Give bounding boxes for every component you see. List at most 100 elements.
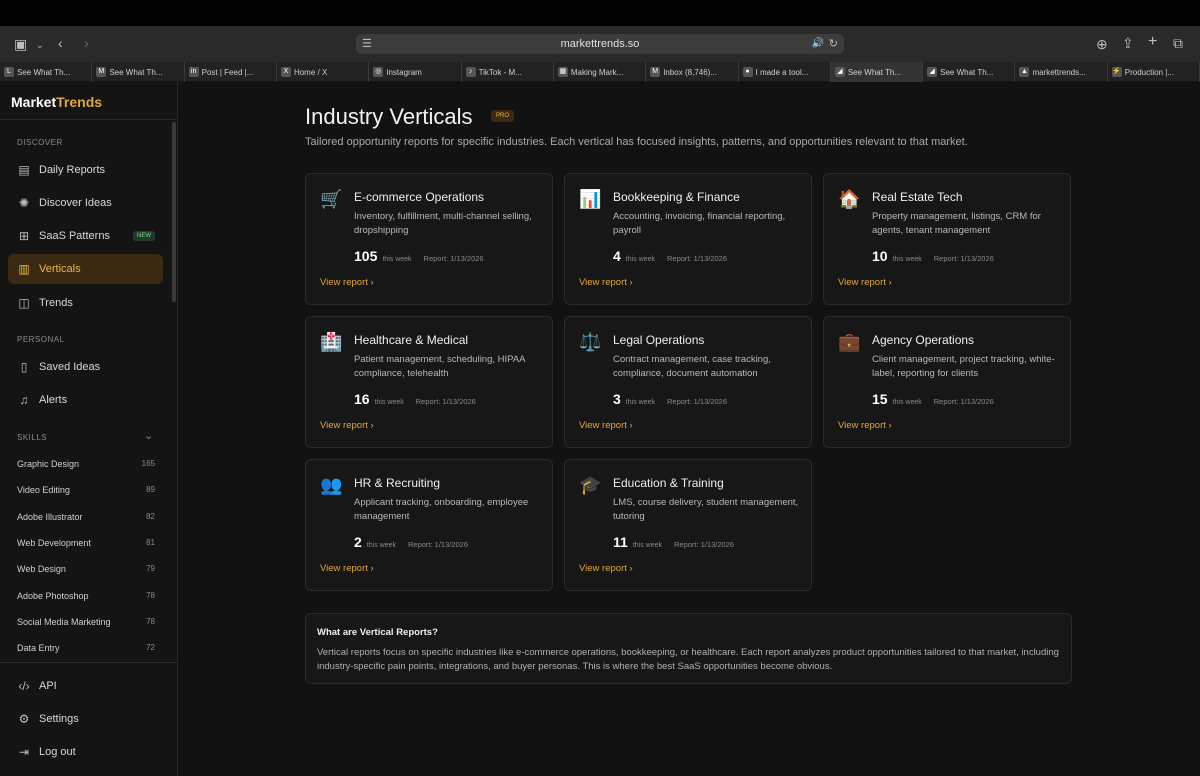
card-stats: 3 this week Report: 1/13/2026 (613, 391, 727, 407)
favicon-icon: ⚡ (1111, 67, 1122, 77)
grid-icon: ⊞ (18, 229, 30, 243)
skill-count: 165 (141, 459, 155, 468)
view-report-link[interactable]: View report › (320, 420, 374, 431)
view-report-label: View report (579, 563, 627, 574)
vertical-card[interactable]: 🎓 Education & Training LMS, course deliv… (564, 459, 812, 591)
card-description: Applicant tracking, onboarding, employee… (354, 497, 529, 522)
section-label-personal: PERSONAL (17, 335, 65, 344)
vertical-card[interactable]: 💼 Agency Operations Client management, p… (823, 316, 1071, 448)
sidebar-item-settings[interactable]: ⚙ Settings (8, 704, 163, 734)
sidebar-item-trends[interactable]: ◫ Trends (8, 288, 163, 318)
browser-tab[interactable]: ◎ Instagram (369, 62, 462, 82)
forward-icon[interactable]: › (84, 36, 89, 50)
skill-name: Graphic Design (17, 459, 80, 469)
chevron-right-icon: › (370, 420, 374, 431)
sidebar-item-label: Saved Ideas (39, 361, 101, 373)
view-report-link[interactable]: View report › (579, 277, 633, 288)
sidebar-item-daily-reports[interactable]: ▤ Daily Reports (8, 155, 163, 185)
view-report-link[interactable]: View report › (579, 420, 633, 431)
share-icon[interactable]: ⇪ (1122, 36, 1134, 50)
view-report-link[interactable]: View report › (838, 420, 892, 431)
skill-item[interactable]: Graphic Design 165 (17, 459, 155, 469)
vertical-card[interactable]: 🏠 Real Estate Tech Property management, … (823, 173, 1071, 305)
new-tab-icon[interactable]: + (1148, 34, 1157, 50)
card-title: Bookkeeping & Finance (613, 190, 740, 204)
skill-count: 72 (146, 643, 155, 652)
sidebar-item-api[interactable]: ‹/› API (8, 671, 163, 701)
page-title: Industry Verticals (305, 104, 473, 129)
browser-tab[interactable]: ▦ Making Mark... (554, 62, 647, 82)
browser-tab[interactable]: ⚡ Production |... (1108, 62, 1200, 82)
browser-tab[interactable]: L See What Th... (0, 62, 93, 82)
browser-tab[interactable]: ▲ markettrends... (1015, 62, 1108, 82)
download-icon[interactable]: ⊕ (1096, 37, 1108, 51)
browser-tab[interactable]: in Post | Feed |... (185, 62, 277, 82)
skill-item[interactable]: Adobe Illustrator 82 (17, 512, 155, 522)
opportunity-count: 2 (354, 534, 362, 550)
chevron-right-icon: › (370, 277, 374, 288)
skill-item[interactable]: Video Editing 89 (17, 485, 155, 495)
card-description: LMS, course delivery, student management… (613, 497, 799, 522)
logo[interactable]: MarketTrends (11, 94, 102, 110)
browser-tab[interactable]: ◢ See What Th... (923, 62, 1016, 82)
browser-tab[interactable]: X Home / X (277, 62, 370, 82)
favicon-icon: M (96, 67, 107, 77)
browser-tab[interactable]: ● I made a tool... (739, 62, 831, 82)
sidebar-item-logout[interactable]: ⇥ Log out (8, 737, 163, 767)
vertical-card[interactable]: ⚖️ Legal Operations Contract management,… (564, 316, 812, 448)
scrollbar[interactable] (172, 122, 176, 302)
address-bar[interactable]: ☰ markettrends.so 🔊 ↻ (356, 34, 844, 54)
chevron-down-icon[interactable]: ⌄ (144, 429, 153, 442)
section-label-discover: DISCOVER (17, 138, 63, 147)
browser-toolbar: ▣ ⌄ ‹ › ☰ markettrends.so 🔊 ↻ ⊕ ⇪ + ⧉ (0, 26, 1200, 62)
skill-name: Data Entry (17, 643, 60, 653)
reload-icon[interactable]: ↻ (829, 34, 838, 54)
browser-tab[interactable]: M See What Th... (92, 62, 185, 82)
chevron-down-icon[interactable]: ⌄ (36, 38, 44, 52)
sidebar-item-discover-ideas[interactable]: ✺ Discover Ideas (8, 188, 163, 218)
chevron-right-icon: › (370, 563, 374, 574)
info-text: Vertical reports focus on specific indus… (317, 647, 1059, 672)
cart-icon: 🛒 (320, 189, 343, 209)
view-report-link[interactable]: View report › (838, 277, 892, 288)
skill-item[interactable]: Adobe Photoshop 78 (17, 591, 155, 601)
favicon-icon: ◢ (927, 67, 938, 77)
skill-item[interactable]: Web Development 81 (17, 538, 155, 548)
vertical-card[interactable]: 👥 HR & Recruiting Applicant tracking, on… (305, 459, 553, 591)
browser-tab[interactable]: ♪ TikTok - M... (462, 62, 554, 82)
sidebar-toggle-icon[interactable]: ▣ (14, 37, 27, 51)
vertical-card[interactable]: 📊 Bookkeeping & Finance Accounting, invo… (564, 173, 812, 305)
vertical-card[interactable]: 🏥 Healthcare & Medical Patient managemen… (305, 316, 553, 448)
chevron-right-icon: › (629, 563, 633, 574)
opportunity-count: 4 (613, 248, 621, 264)
back-icon[interactable]: ‹ (58, 36, 63, 50)
chart-icon: ◫ (18, 296, 30, 310)
tab-overview-icon[interactable]: ⧉ (1173, 36, 1183, 50)
card-stats: 2 this week Report: 1/13/2026 (354, 534, 468, 550)
browser-tab[interactable]: ◢ See What Th... (830, 62, 924, 82)
view-report-link[interactable]: View report › (320, 563, 374, 574)
section-label-skills: SKILLS (17, 433, 48, 442)
opportunity-count: 10 (872, 248, 888, 264)
skill-name: Web Design (17, 564, 66, 574)
sidebar-item-label: Log out (39, 746, 76, 758)
sidebar-item-saved-ideas[interactable]: ▯ Saved Ideas (8, 352, 163, 382)
report-date: Report: 1/13/2026 (407, 540, 469, 549)
card-title: Legal Operations (613, 333, 705, 347)
sidebar-item-verticals[interactable]: ▥ Verticals (8, 254, 163, 284)
vertical-card[interactable]: 🛒 E-commerce Operations Inventory, fulfi… (305, 173, 553, 305)
new-badge: NEW (133, 231, 155, 241)
view-report-link[interactable]: View report › (320, 277, 374, 288)
page-settings-icon[interactable]: ☰ (362, 34, 372, 54)
tab-label: I made a tool... (755, 67, 809, 77)
sidebar-item-saas-patterns[interactable]: ⊞ SaaS Patterns NEW (8, 221, 163, 251)
card-title: Healthcare & Medical (354, 333, 469, 347)
skill-item[interactable]: Web Design 79 (17, 564, 155, 574)
browser-tab[interactable]: M Inbox (8,746)... (646, 62, 739, 82)
skill-item[interactable]: Social Media Marketing 78 (17, 617, 155, 627)
report-date: Report: 1/13/2026 (933, 397, 994, 406)
speaker-icon[interactable]: 🔊 (812, 34, 824, 54)
skill-item[interactable]: Data Entry 72 (17, 643, 155, 653)
view-report-link[interactable]: View report › (579, 563, 633, 574)
sidebar-item-alerts[interactable]: ♫ Alerts (8, 385, 163, 415)
